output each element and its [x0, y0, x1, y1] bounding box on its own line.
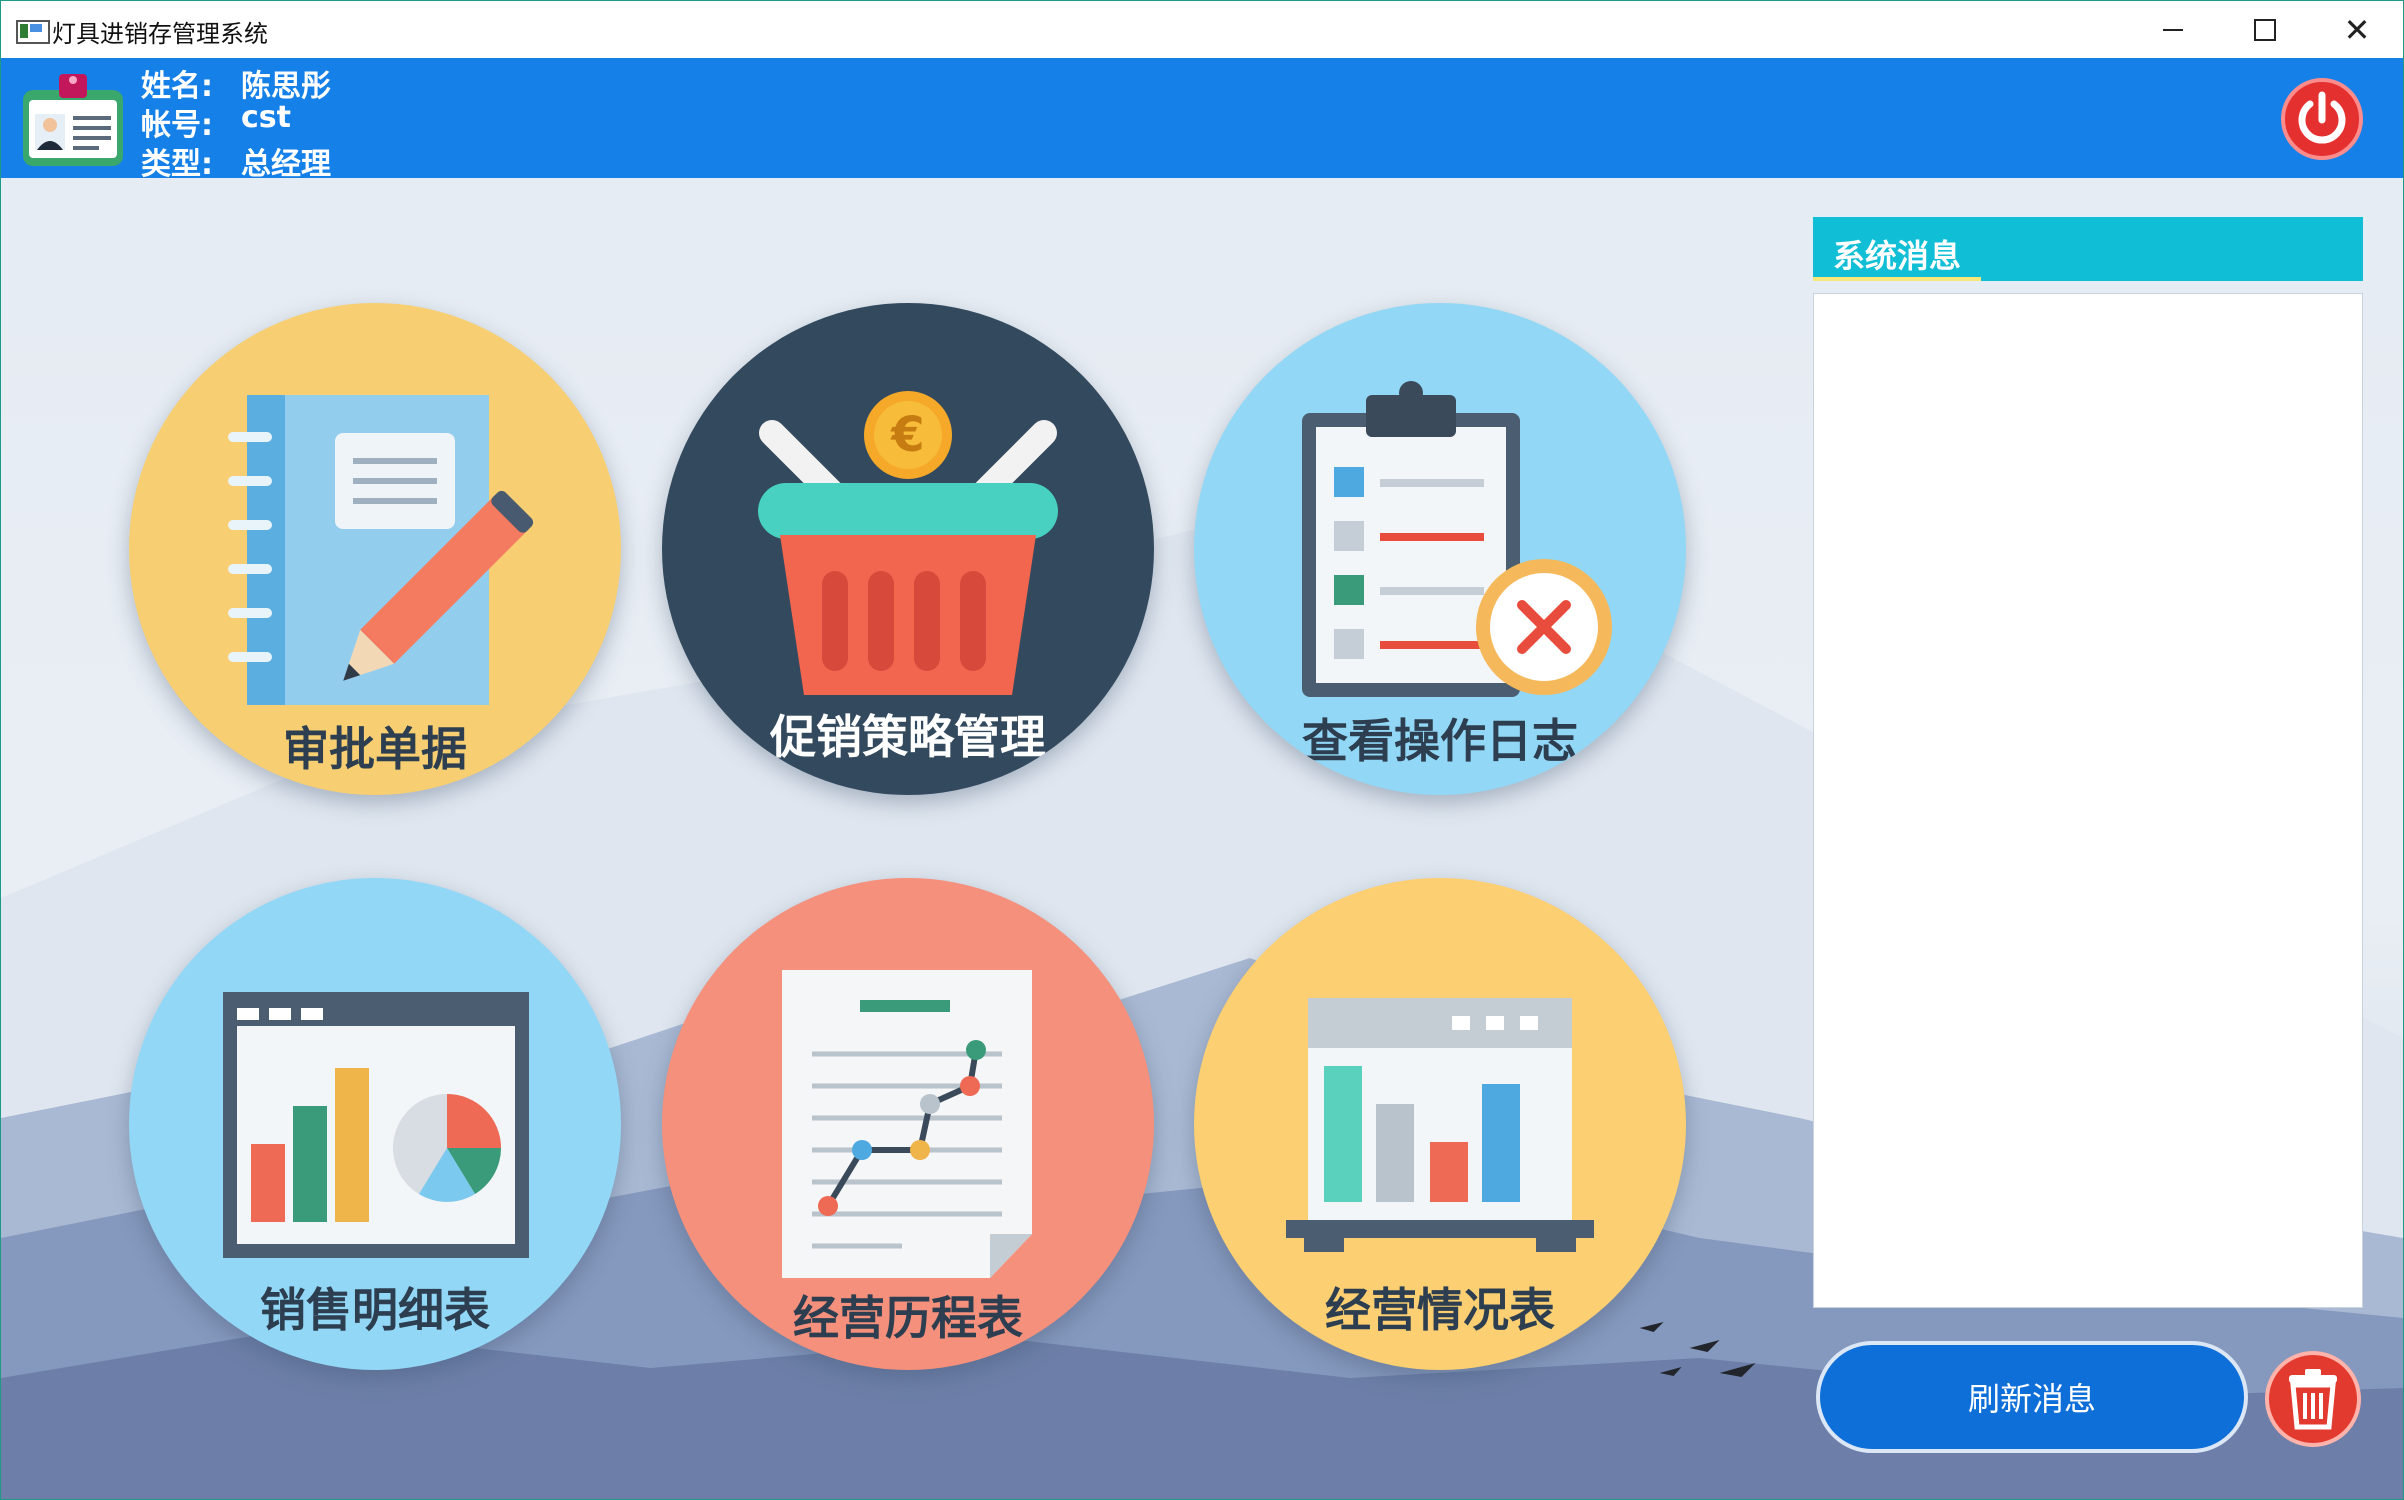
close-button[interactable]: ✕: [2311, 1, 2403, 58]
user-name-row: 姓名: 陈思彤: [141, 61, 331, 105]
business-status-report-tile[interactable]: 经营情况表: [1194, 878, 1686, 1370]
refresh-messages-button[interactable]: 刷新消息: [1816, 1341, 2248, 1453]
svg-text:€: €: [890, 407, 924, 463]
promotion-strategy-label: 促销策略管理: [770, 710, 1046, 764]
user-name-label: 姓名:: [141, 69, 213, 104]
window-title: 灯具进销存管理系统: [52, 20, 268, 48]
trash-icon: [2289, 1369, 2337, 1430]
minimize-icon: [2163, 28, 2183, 31]
title-bar: 灯具进销存管理系统 ✕: [1, 1, 2403, 58]
system-messages-list[interactable]: [1813, 293, 2363, 1308]
user-type-label: 类型:: [141, 147, 213, 182]
logout-button[interactable]: [2281, 78, 2363, 160]
app-window: 灯具进销存管理系统 ✕ 姓名: 陈思彤 帐号: cst 类型: 总经理 审批单据…: [0, 0, 2404, 1500]
view-operation-log-label: 查看操作日志: [1302, 714, 1578, 768]
promotion-strategy-tile[interactable]: € 促销策略管理: [662, 303, 1154, 795]
approve-documents-label: 审批单据: [283, 722, 467, 776]
app-icon: [16, 20, 50, 44]
user-header: 姓名: 陈思彤 帐号: cst 类型: 总经理: [1, 58, 2403, 182]
business-history-report-tile[interactable]: 经营历程表: [662, 878, 1154, 1370]
delete-messages-button[interactable]: [2265, 1351, 2361, 1447]
business-status-report-label: 经营情况表: [1325, 1283, 1555, 1337]
minimize-button[interactable]: [2127, 1, 2219, 58]
maximize-button[interactable]: [2219, 1, 2311, 58]
sales-detail-report-tile[interactable]: 销售明细表: [129, 878, 621, 1370]
user-type-value: 总经理: [241, 147, 331, 182]
sales-detail-report-label: 销售明细表: [260, 1283, 490, 1337]
system-messages-header: 系统消息: [1813, 217, 2363, 281]
approve-documents-tile[interactable]: 审批单据: [129, 303, 621, 795]
id-badge-icon: [23, 74, 123, 166]
business-history-report-label: 经营历程表: [793, 1291, 1023, 1345]
user-account-row: 帐号: cst: [141, 100, 291, 144]
view-operation-log-tile[interactable]: 查看操作日志: [1194, 303, 1686, 795]
title-underline: [1813, 277, 1981, 281]
maximize-icon: [2254, 18, 2276, 41]
system-messages-title: 系统消息: [1833, 237, 1962, 275]
power-icon: [2298, 91, 2346, 144]
user-account-label: 帐号:: [141, 108, 213, 143]
user-type-row: 类型: 总经理: [141, 139, 331, 183]
user-name-value: 陈思彤: [241, 69, 331, 104]
user-account-value: cst: [241, 100, 291, 135]
close-icon: ✕: [2343, 10, 2371, 49]
